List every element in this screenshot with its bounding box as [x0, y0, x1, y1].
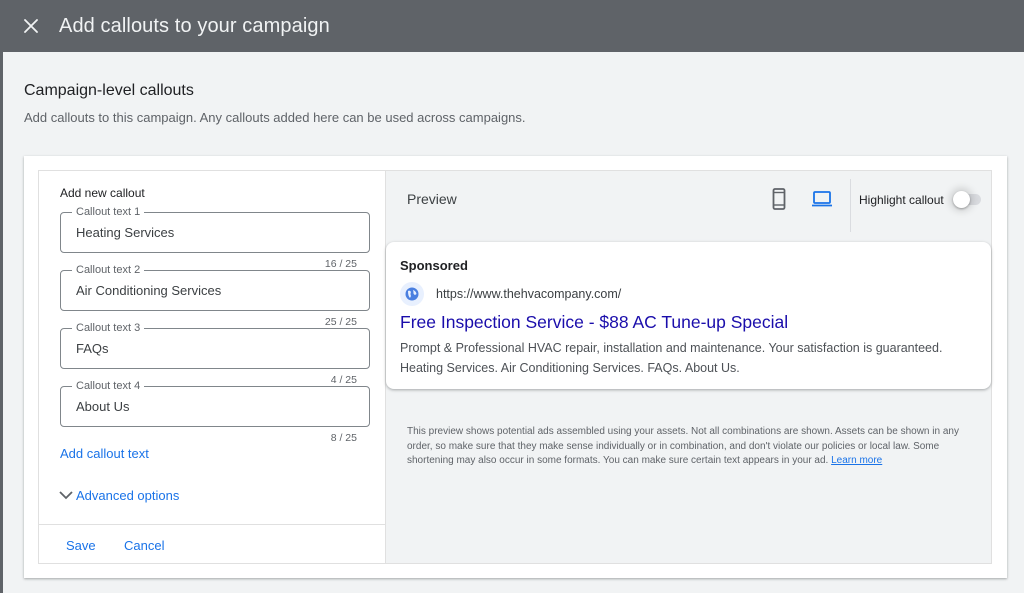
- field-label: Callout text 1: [72, 205, 145, 219]
- advanced-options-toggle[interactable]: Advanced options: [58, 487, 179, 503]
- ad-headline[interactable]: Free Inspection Service - $88 AC Tune-up…: [400, 312, 788, 333]
- close-button[interactable]: [19, 14, 43, 38]
- callout-text-3-input[interactable]: [76, 341, 356, 356]
- char-counter: 4 / 25: [330, 374, 357, 386]
- field-label: Callout text 4: [72, 379, 145, 393]
- advanced-options-label: Advanced options: [76, 487, 180, 503]
- highlight-callout-toggle[interactable]: [953, 191, 983, 208]
- callout-text-4-input[interactable]: [76, 399, 356, 414]
- desktop-preview-button[interactable]: [811, 191, 833, 212]
- dialog-title: Add callouts to your campaign: [59, 14, 330, 37]
- callout-field-1[interactable]: Callout text 1: [60, 205, 370, 253]
- preview-panel: Preview Highlight callout Sponsored http…: [386, 170, 992, 564]
- learn-more-link[interactable]: Learn more: [831, 455, 882, 466]
- section-title: Campaign-level callouts: [24, 82, 194, 99]
- section-description: Add callouts to this campaign. Any callo…: [24, 110, 526, 125]
- highlight-callout-label: Highlight callout: [859, 193, 944, 207]
- ad-preview-card: Sponsored https://www.thehvacompany.com/…: [386, 242, 991, 389]
- globe-icon: [405, 287, 419, 301]
- callout-text-1-input[interactable]: [76, 225, 356, 240]
- char-counter: 16 / 25: [324, 258, 357, 270]
- mobile-icon: [772, 188, 786, 210]
- chevron-down-icon: [59, 491, 73, 500]
- char-counter: 25 / 25: [324, 316, 357, 328]
- cancel-button[interactable]: Cancel: [124, 538, 164, 553]
- ad-description: Prompt & Professional HVAC repair, insta…: [400, 341, 943, 375]
- preview-title: Preview: [407, 191, 457, 207]
- callout-field-4[interactable]: Callout text 4: [60, 379, 370, 427]
- field-label: Callout text 2: [72, 263, 145, 277]
- dialog-header: Add callouts to your campaign: [0, 0, 1024, 52]
- callout-card: Add new callout Callout text 1 16 / 25 C…: [24, 156, 1007, 578]
- sponsored-label: Sponsored: [400, 258, 468, 273]
- save-button[interactable]: Save: [66, 538, 96, 553]
- char-counter: 8 / 25: [330, 432, 357, 444]
- toggle-thumb: [953, 191, 970, 208]
- header-divider: [850, 179, 851, 232]
- close-icon: [24, 19, 38, 33]
- editor-heading: Add new callout: [60, 186, 145, 200]
- callout-field-3[interactable]: Callout text 3: [60, 321, 370, 369]
- editor-footer: Save Cancel: [39, 524, 385, 564]
- ad-display-url: https://www.thehvacompany.com/: [436, 287, 622, 301]
- callout-text-2-input[interactable]: [76, 283, 356, 298]
- callout-field-2[interactable]: Callout text 2: [60, 263, 370, 311]
- callout-editor: Add new callout Callout text 1 16 / 25 C…: [38, 170, 386, 564]
- add-callout-text-link[interactable]: Add callout text: [60, 446, 149, 461]
- field-label: Callout text 3: [72, 321, 145, 335]
- favicon: [400, 282, 424, 306]
- dialog-body: Campaign-level callouts Add callouts to …: [3, 52, 1024, 593]
- desktop-icon: [812, 191, 832, 207]
- mobile-preview-button[interactable]: [772, 188, 786, 215]
- preview-disclaimer: This preview shows potential ads assembl…: [407, 425, 972, 469]
